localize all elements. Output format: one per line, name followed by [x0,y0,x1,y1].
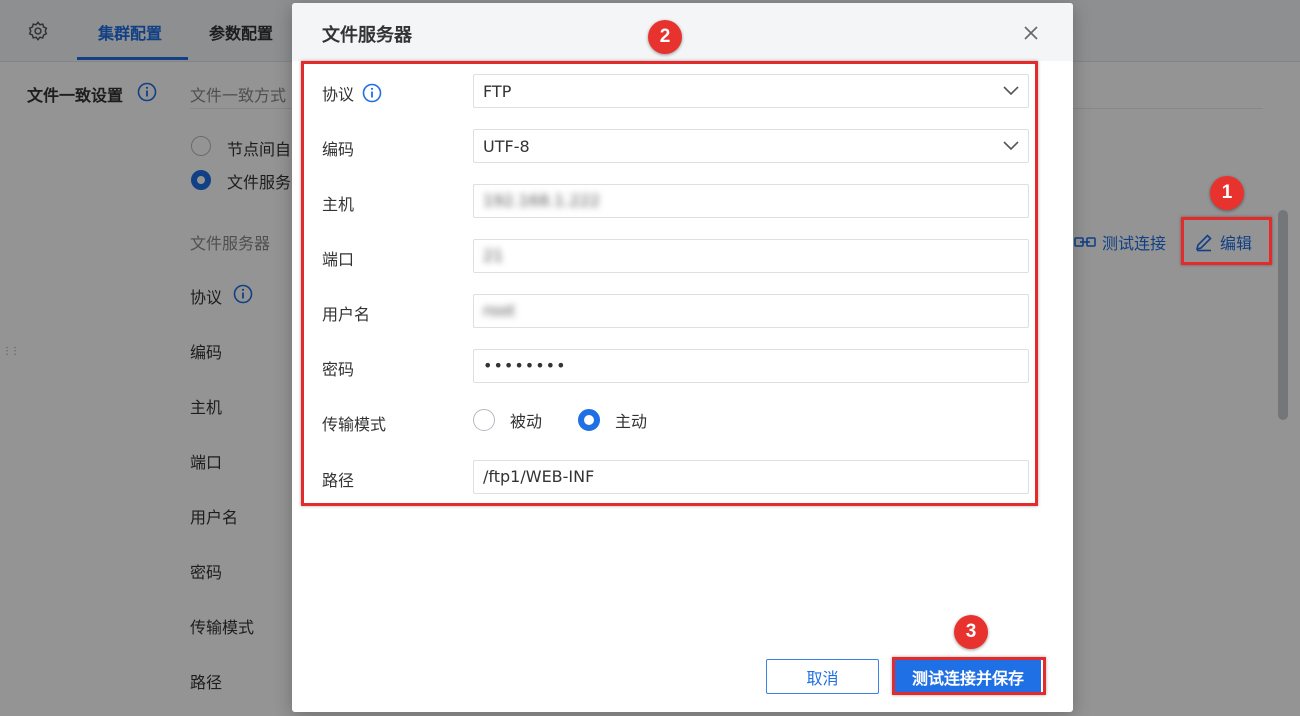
callout-badge-1: 1 [1210,176,1244,210]
info-icon[interactable] [362,83,382,103]
transfer-mode-active[interactable]: 主动 [578,408,647,432]
host-value: 192.168.1.222 [483,191,601,210]
radio-passive[interactable] [473,409,495,431]
protocol-select[interactable]: FTP [473,74,1029,108]
encoding-value: UTF-8 [483,136,530,156]
test-and-save-button[interactable]: 测试连接并保存 [895,659,1041,694]
file-server-dialog: 文件服务器 协议 FTP 编码 UTF-8 主机 192.168.1.222 端… [292,3,1073,712]
row-encoding: 编码 UTF-8 [292,129,1073,163]
transfer-mode-label-text: 传输模式 [322,415,387,434]
callout-badge-3: 3 [954,615,988,649]
protocol-label-text: 协议 [322,85,355,104]
transfer-mode-passive[interactable]: 被动 [473,408,542,432]
row-port: 端口 21 [292,239,1073,273]
username-label: 用户名 [322,301,370,325]
row-username: 用户名 root [292,294,1073,328]
close-icon[interactable] [1021,23,1041,43]
encoding-label: 编码 [322,136,354,160]
port-label-text: 端口 [322,250,355,269]
callout-badge-2: 2 [648,20,682,54]
encoding-label-text: 编码 [322,140,355,159]
chevron-down-icon [1003,141,1019,151]
row-protocol: 协议 FTP [292,74,1073,108]
path-label-text: 路径 [322,471,355,490]
row-password: 密码 •••••••• [292,349,1073,383]
row-host: 主机 192.168.1.222 [292,184,1073,218]
host-label: 主机 [322,191,354,215]
username-label-text: 用户名 [322,305,371,324]
password-label-text: 密码 [322,360,355,379]
row-transfer-mode: 传输模式 被动 主动 [292,404,1073,438]
username-value: root [483,301,516,320]
username-input[interactable]: root [473,294,1029,328]
dialog-title: 文件服务器 [322,25,412,46]
row-path: 路径 /ftp1/WEB-INF [292,460,1073,494]
transfer-mode-radio-group: 被动 主动 [473,408,683,432]
port-value: 21 [483,246,504,265]
cancel-button[interactable]: 取消 [766,659,879,694]
password-label: 密码 [322,356,354,380]
host-label-text: 主机 [322,195,355,214]
host-input[interactable]: 192.168.1.222 [473,184,1029,218]
dialog-header: 文件服务器 [292,3,1073,61]
path-input[interactable]: /ftp1/WEB-INF [473,460,1029,494]
encoding-select[interactable]: UTF-8 [473,129,1029,163]
password-value: •••••••• [483,356,567,375]
protocol-value: FTP [483,81,512,101]
transfer-mode-label: 传输模式 [322,411,386,435]
protocol-label: 协议 [322,81,382,105]
radio-active[interactable] [578,409,601,431]
chevron-down-icon [1003,86,1019,96]
path-label: 路径 [322,467,354,491]
port-label: 端口 [322,246,354,270]
passive-label: 被动 [510,412,543,431]
active-label: 主动 [615,412,648,431]
password-input[interactable]: •••••••• [473,349,1029,383]
path-value: /ftp1/WEB-INF [483,467,595,486]
port-input[interactable]: 21 [473,239,1029,273]
